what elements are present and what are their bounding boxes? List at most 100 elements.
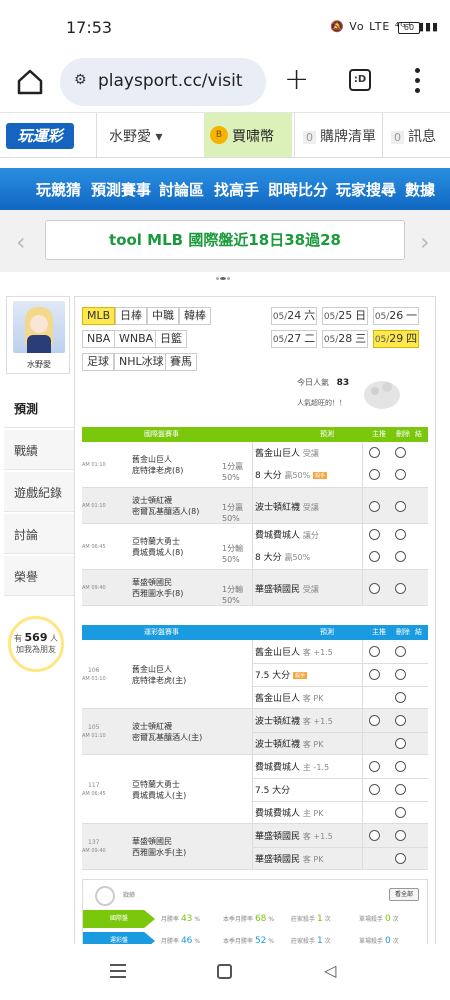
league-mlb[interactable]: MLB <box>82 307 116 325</box>
home-pick-radio[interactable] <box>369 669 380 680</box>
banner-next-icon[interactable]: › <box>420 228 430 256</box>
teams: 舊金山巨人 底特律老虎(8) <box>132 454 183 476</box>
divider <box>252 488 253 524</box>
sidebar-item-honor[interactable]: 榮譽 <box>4 556 74 596</box>
home-pick-radio[interactable] <box>369 583 380 594</box>
delete-radio[interactable] <box>395 784 406 795</box>
league-jbl[interactable]: 日籃 <box>155 330 187 348</box>
delete-radio[interactable] <box>395 583 406 594</box>
view-all-button[interactable]: 看全部 <box>389 888 419 901</box>
menu-icon[interactable] <box>415 68 421 94</box>
delete-radio[interactable] <box>395 715 406 726</box>
local-table-header: 運彩盤賽事 預測 主推 刪除 結果 <box>82 625 428 651</box>
recent-apps-icon[interactable] <box>110 964 126 978</box>
delete-radio[interactable] <box>395 761 406 772</box>
delete-radio[interactable] <box>395 501 406 512</box>
site-settings-icon[interactable]: ⚙ <box>74 72 87 88</box>
address-bar[interactable]: ⚙ playsport.cc/visit <box>60 58 266 106</box>
banner-prev-icon[interactable]: ‹ <box>16 228 26 256</box>
game-number: 137 <box>88 839 100 846</box>
league-kbo[interactable]: 韓棒 <box>179 307 211 325</box>
user-menu[interactable]: 水野愛 ▾ <box>96 113 202 157</box>
home-pick-radio[interactable] <box>369 830 380 841</box>
nav-item[interactable]: 玩競猜 <box>36 179 81 200</box>
delete-radio[interactable] <box>395 447 406 458</box>
tab-switcher-button[interactable]: :D <box>349 69 371 91</box>
back-icon[interactable]: ◁ <box>324 961 336 980</box>
home-pick-radio[interactable] <box>369 551 380 562</box>
pick-team: 7.5 大分 <box>255 671 291 681</box>
league-nhl[interactable]: NHL冰球 <box>114 353 169 371</box>
delete-radio[interactable] <box>395 853 406 864</box>
pick-separator <box>252 686 428 687</box>
pick-spread: 受讓 <box>302 585 319 594</box>
delete-radio[interactable] <box>395 529 406 540</box>
sidebar-item-record[interactable]: 戰績 <box>4 430 74 470</box>
nav-item[interactable]: 數據 <box>405 179 435 200</box>
date-tab-selected[interactable]: 05/29 四 <box>373 330 419 348</box>
date-tab[interactable]: 05/25 日 <box>322 307 368 325</box>
url-text[interactable]: playsport.cc/visit <box>98 71 243 91</box>
banner-text[interactable]: tool MLB 國際盤近18日38過28 <box>45 220 405 260</box>
date-tab[interactable]: 05/26 一 <box>373 307 419 325</box>
league-wnba[interactable]: WNBA <box>114 330 159 348</box>
delete-radio[interactable] <box>395 469 406 480</box>
delete-radio[interactable] <box>395 669 406 680</box>
league-soccer[interactable]: 足球 <box>82 353 114 371</box>
delete-radio[interactable] <box>395 830 406 841</box>
home-pick-radio[interactable] <box>369 784 380 795</box>
home-pick-radio[interactable] <box>369 646 380 657</box>
nav-item[interactable]: 討論區 <box>159 179 204 200</box>
pick-separator <box>252 663 428 664</box>
odds-pct: 50% <box>222 596 240 605</box>
game-time: AM 01:10 <box>82 733 106 739</box>
prediction-pick: 舊金山巨人 客 +1.5 <box>255 645 333 658</box>
cart-button[interactable]: 0 購牌清單 <box>294 113 380 157</box>
league-cpbl[interactable]: 中職 <box>147 307 179 325</box>
home-pick-radio[interactable] <box>369 469 380 480</box>
prediction-pick: 7.5 大分 <box>255 783 290 796</box>
league-horse[interactable]: 賽馬 <box>165 353 197 371</box>
nav-item[interactable]: 玩家搜尋 <box>336 179 396 200</box>
home-pick-radio[interactable] <box>369 501 380 512</box>
team-home: 費城費城人(主) <box>132 790 187 800</box>
status-bar: 17:53 🔕 Vo LTE ⁴ᴳ⁺ ▮▮▮ 60 <box>0 0 450 54</box>
friend-count-bulb[interactable]: 有 569 人加我為朋友 <box>8 616 64 672</box>
nav-item[interactable]: 找高手 <box>214 179 259 200</box>
message-button[interactable]: 0 訊息 <box>382 113 450 157</box>
sidebar-item-predict[interactable]: 預測 <box>4 388 74 428</box>
delete-radio[interactable] <box>395 551 406 562</box>
delete-radio[interactable] <box>395 692 406 703</box>
table-row: 105 AM 01:10 波士頓紅襪 密爾瓦基釀酒人(主) 波士頓紅襪 客 +1.5 波士… <box>82 709 428 755</box>
site-logo[interactable]: 玩運彩 <box>6 123 74 149</box>
home-pick-radio[interactable] <box>369 715 380 726</box>
delete-radio[interactable] <box>395 738 406 749</box>
date-tab[interactable]: 05/24 六 <box>271 307 317 325</box>
home-button-icon[interactable] <box>217 964 232 979</box>
new-tab-icon[interactable]: + <box>284 62 309 97</box>
home-icon[interactable] <box>16 68 44 96</box>
league-nba[interactable]: NBA <box>82 330 116 348</box>
game-number: 117 <box>88 781 100 789</box>
sidebar-item-game-log[interactable]: 遊戲紀錄 <box>4 472 74 512</box>
avatar-username: 水野愛 <box>27 360 51 369</box>
avatar-card[interactable]: 水野愛 <box>6 296 70 374</box>
delete-radio[interactable] <box>395 646 406 657</box>
delete-radio[interactable] <box>395 807 406 818</box>
nav-item[interactable]: 即時比分 <box>268 179 328 200</box>
sidebar-item-discuss[interactable]: 討論 <box>4 514 74 554</box>
buy-coin-button[interactable]: B 買啸幣 <box>204 113 292 157</box>
home-pick-radio[interactable] <box>369 761 380 772</box>
stat-item: 單場殺手 0 次 <box>359 914 399 924</box>
game-number: 105 <box>88 724 100 731</box>
pick-spread: 客 PK <box>302 694 324 703</box>
date-tab[interactable]: 05/28 三 <box>322 330 368 348</box>
date-tab[interactable]: 05/27 二 <box>271 330 317 348</box>
home-pick-radio[interactable] <box>369 447 380 458</box>
nav-item[interactable]: 預測賽事 <box>91 179 151 200</box>
team-away: 波士頓紅襪 <box>132 722 172 731</box>
buy-coin-label: 買啸幣 <box>232 129 274 145</box>
home-pick-radio[interactable] <box>369 529 380 540</box>
league-npb[interactable]: 日棒 <box>115 307 147 325</box>
divider <box>362 755 363 824</box>
